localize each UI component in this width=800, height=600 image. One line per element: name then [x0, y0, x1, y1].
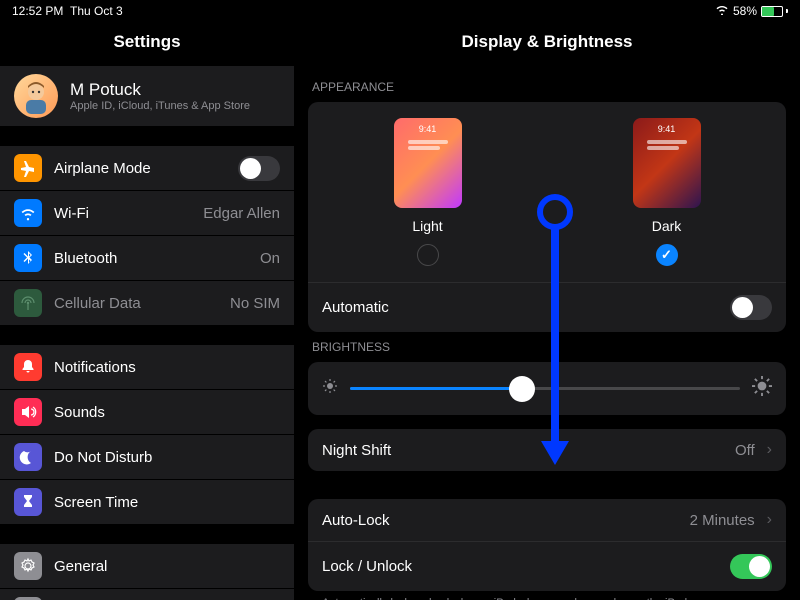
- profile-name: M Potuck: [70, 80, 280, 100]
- theme-dark-radio[interactable]: [656, 244, 678, 266]
- lock-card: Auto-Lock 2 Minutes › Lock / Unlock: [308, 499, 786, 591]
- theme-dark-label: Dark: [652, 218, 682, 234]
- automatic-row[interactable]: Automatic: [308, 282, 786, 332]
- theme-dark-preview: 9:41: [633, 118, 701, 208]
- theme-light-radio[interactable]: [417, 244, 439, 266]
- statusbar-left: 12:52 PM Thu Oct 3: [12, 4, 123, 18]
- sidebar-item-label: Screen Time: [54, 494, 280, 511]
- moon-icon: [14, 443, 42, 471]
- wifi-icon: [715, 4, 729, 18]
- lock-helper: Automatically lock and unlock your iPad …: [308, 591, 786, 600]
- avatar: [14, 74, 58, 118]
- gear-icon: [14, 552, 42, 580]
- hourglass-icon: [14, 488, 42, 516]
- detail-title: Display & Brightness: [308, 22, 786, 72]
- sidebar-item-label: Wi-Fi: [54, 205, 191, 222]
- chevron-right-icon: ›: [767, 511, 772, 529]
- sidebar-item-label: Airplane Mode: [54, 160, 226, 177]
- profile-sub: Apple ID, iCloud, iTunes & App Store: [70, 100, 280, 112]
- battery-pct: 58%: [733, 4, 757, 18]
- lock-unlock-toggle[interactable]: [730, 554, 772, 579]
- sidebar-title: Settings: [0, 22, 294, 66]
- bell-icon: [14, 353, 42, 381]
- wifi-icon: [14, 199, 42, 227]
- sidebar-item-label: Bluetooth: [54, 250, 248, 267]
- bluetooth-icon: [14, 244, 42, 272]
- sidebar-item-label: General: [54, 558, 280, 575]
- lock-unlock-row[interactable]: Lock / Unlock: [308, 541, 786, 591]
- sidebar-group-2: Notifications Sounds Do Not Disturb Screen …: [0, 345, 294, 524]
- brightness-card: [308, 362, 786, 415]
- time: 12:52 PM: [12, 4, 63, 18]
- speaker-icon: [14, 398, 42, 426]
- antenna-icon: [14, 289, 42, 317]
- sidebar-group-1: Airplane Mode Wi-FiEdgar AllenBluetoothOn…: [0, 146, 294, 325]
- appearance-card: 9:41 Light 9:41 Dark Automatic: [308, 102, 786, 332]
- night-shift-row[interactable]: Night Shift Off ›: [308, 429, 786, 471]
- sidebar-item-label: Sounds: [54, 404, 280, 421]
- brightness-low-icon: [322, 378, 338, 399]
- sidebar-item-wi-fi[interactable]: Wi-FiEdgar Allen: [0, 191, 294, 236]
- sidebar-group-3: GeneralControl CenterAADisplay & Brightn…: [0, 544, 294, 600]
- appearance-label: APPEARANCE: [308, 72, 786, 102]
- toggle[interactable]: [238, 156, 280, 181]
- statusbar-right: 58%: [715, 4, 788, 18]
- theme-dark[interactable]: 9:41 Dark: [633, 118, 701, 266]
- brightness-label: BRIGHTNESS: [308, 332, 786, 362]
- sidebar-item-label: Notifications: [54, 359, 280, 376]
- theme-light[interactable]: 9:41 Light: [394, 118, 462, 266]
- auto-lock-row[interactable]: Auto-Lock 2 Minutes ›: [308, 499, 786, 541]
- theme-light-label: Light: [412, 218, 442, 234]
- sidebar-item-control-center[interactable]: Control Center: [0, 589, 294, 600]
- sidebar-item-label: Do Not Disturb: [54, 449, 280, 466]
- sidebar-item-general[interactable]: General: [0, 544, 294, 589]
- sidebar-item-sounds[interactable]: Sounds: [0, 390, 294, 435]
- night-shift-card: Night Shift Off ›: [308, 429, 786, 471]
- brightness-high-icon: [752, 376, 772, 401]
- automatic-toggle[interactable]: [730, 295, 772, 320]
- battery-icon: [761, 6, 788, 17]
- brightness-slider[interactable]: [350, 387, 740, 390]
- theme-light-preview: 9:41: [394, 118, 462, 208]
- status-bar: 12:52 PM Thu Oct 3 58%: [0, 0, 800, 22]
- sidebar: Settings M Potuck Apple ID, iCloud, iTun…: [0, 22, 294, 600]
- sidebar-item-do-not-disturb[interactable]: Do Not Disturb: [0, 435, 294, 480]
- sidebar-item-notifications[interactable]: Notifications: [0, 345, 294, 390]
- date: Thu Oct 3: [70, 4, 123, 18]
- sidebar-item-airplane-mode[interactable]: Airplane Mode: [0, 146, 294, 191]
- chevron-right-icon: ›: [767, 441, 772, 459]
- detail-pane: Display & Brightness APPEARANCE 9:41 Lig…: [294, 22, 800, 600]
- airplane-icon: [14, 154, 42, 182]
- sidebar-item-screen-time[interactable]: Screen Time: [0, 480, 294, 524]
- sidebar-item-label: Cellular Data: [54, 295, 218, 312]
- sidebar-item-bluetooth[interactable]: BluetoothOn: [0, 236, 294, 281]
- sidebar-item-cellular-data[interactable]: Cellular DataNo SIM: [0, 281, 294, 325]
- profile-row[interactable]: M Potuck Apple ID, iCloud, iTunes & App …: [0, 66, 294, 126]
